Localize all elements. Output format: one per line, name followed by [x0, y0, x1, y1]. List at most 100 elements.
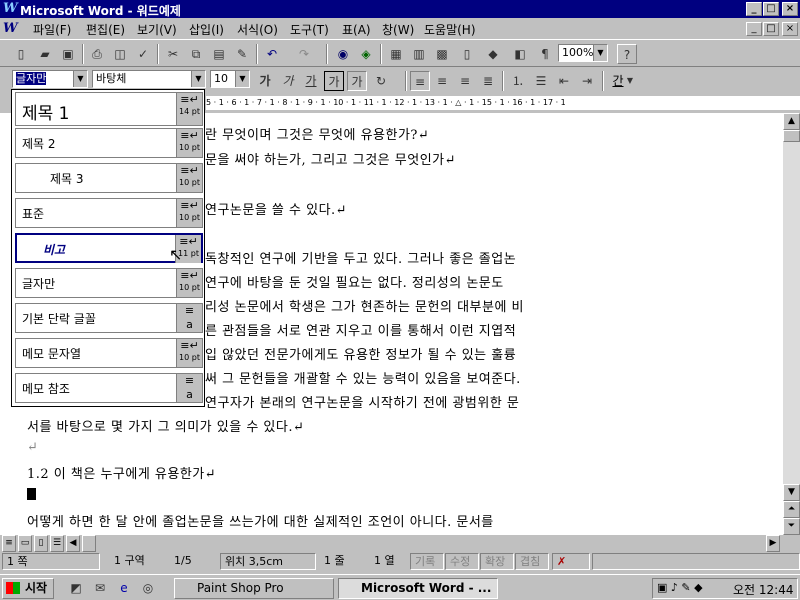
insert-excel-icon[interactable]: ▩	[432, 44, 452, 64]
menu-tools[interactable]: 도구(T)	[290, 21, 329, 38]
scroll-thumb-h[interactable]	[82, 535, 96, 552]
underline-button[interactable]: 가	[301, 71, 321, 91]
online-view-icon[interactable]: ▭	[18, 535, 32, 552]
tables-borders-icon[interactable]: ▦	[386, 44, 406, 64]
bullets-icon[interactable]: ☰	[531, 71, 551, 91]
document-map-icon[interactable]: ◧	[510, 44, 530, 64]
spelling-status-icon[interactable]: ✗	[552, 553, 590, 570]
font-select[interactable]: 바탕체 ▼	[92, 70, 206, 88]
clock[interactable]: 오전 12:44	[733, 581, 793, 598]
font-size-select[interactable]: 10 ▼	[210, 70, 250, 88]
spelling-icon[interactable]: ✓	[133, 44, 153, 64]
minimize-button[interactable]: _	[746, 2, 762, 16]
italic-button[interactable]: 가	[278, 71, 298, 91]
decrease-indent-icon[interactable]: ⇤	[554, 71, 574, 91]
channels-icon[interactable]: ◎	[138, 578, 158, 598]
desktop-icon[interactable]: ◩	[66, 578, 86, 598]
align-justify-icon[interactable]: ≡	[410, 71, 430, 91]
insert-table-icon[interactable]: ▥	[409, 44, 429, 64]
menu-format[interactable]: 서식(O)	[237, 21, 278, 38]
next-page-icon[interactable]: ⏷	[783, 518, 800, 535]
open-folder-icon[interactable]: ▰	[35, 44, 55, 64]
normal-view-icon[interactable]: ≡	[2, 535, 16, 552]
style-item-note[interactable]: 비고 ≡↵ 11 pt ↖	[15, 233, 203, 264]
undo-icon[interactable]: ↶	[262, 44, 282, 64]
doc-restore-button[interactable]: □	[763, 22, 779, 36]
shadow-button[interactable]: 가	[347, 71, 367, 91]
horizontal-ruler[interactable]: 5 · 1 · 6 · 1 · 7 · 1 · 8 · 1 · 9 · 1 · …	[206, 93, 800, 113]
chevron-down-icon[interactable]: ▼	[624, 71, 636, 91]
scroll-left-icon[interactable]: ◀	[66, 535, 80, 552]
style-item-heading1[interactable]: 제목 1 ≡↵ 14 pt	[15, 92, 203, 126]
status-overtype[interactable]: 겹침	[515, 553, 549, 570]
status-extend[interactable]: 확장	[480, 553, 514, 570]
chevron-down-icon[interactable]: ▼	[191, 71, 205, 87]
tray-icons[interactable]: ▣ ♪ ✎ ◆	[657, 581, 703, 594]
task-paint-shop-pro[interactable]: Paint Shop Pro	[174, 578, 334, 599]
paste-icon[interactable]: ▤	[209, 44, 229, 64]
task-microsoft-word[interactable]: Microsoft Word - ...	[338, 578, 498, 599]
style-item-normal[interactable]: 표준 ≡↵ 10 pt	[15, 198, 203, 228]
outlook-icon[interactable]: ✉	[90, 578, 110, 598]
numbering-icon[interactable]: ⒈	[508, 71, 528, 91]
distribute-icon[interactable]: ≣	[478, 71, 498, 91]
ie-icon[interactable]: e	[114, 578, 134, 598]
chevron-down-icon[interactable]: ▼	[593, 45, 607, 61]
menu-edit[interactable]: 편집(E)	[86, 21, 125, 38]
outline-view-icon[interactable]: ☰	[50, 535, 64, 552]
style-select[interactable]: 글자만 ▼	[12, 70, 88, 88]
chevron-down-icon[interactable]: ▼	[235, 71, 249, 87]
status-record[interactable]: 기록	[410, 553, 444, 570]
align-right-icon[interactable]: ≡	[455, 71, 475, 91]
align-center-icon[interactable]: ≡	[432, 71, 452, 91]
doc-close-button[interactable]: ×	[782, 22, 798, 36]
print-icon[interactable]: ⎙	[87, 44, 107, 64]
help-icon[interactable]: ?	[617, 44, 637, 64]
style-item-heading2[interactable]: 제목 2 ≡↵ 10 pt	[15, 128, 203, 158]
bold-button[interactable]: 가	[255, 71, 275, 91]
scroll-right-icon[interactable]: ▶	[766, 535, 780, 552]
menu-file[interactable]: 파일(F)	[33, 21, 71, 38]
zoom-select[interactable]: 100% ▼	[558, 44, 608, 62]
document-icon[interactable]: W	[3, 22, 18, 36]
style-dropdown-list: 제목 1 ≡↵ 14 pt 제목 2 ≡↵ 10 pt 제목 3 ≡↵ 10 pt 표…	[11, 89, 205, 407]
menu-view[interactable]: 보기(V)	[137, 21, 177, 38]
cut-icon[interactable]: ✂	[163, 44, 183, 64]
text-direction-icon[interactable]: ↻	[371, 71, 391, 91]
maximize-button[interactable]: □	[763, 2, 779, 16]
scroll-thumb[interactable]	[783, 130, 800, 142]
web-toolbar-icon[interactable]: ◈	[356, 44, 376, 64]
redo-icon[interactable]: ↷	[294, 44, 314, 64]
show-hide-icon[interactable]: ¶	[535, 44, 555, 64]
word-app-icon[interactable]: W	[3, 2, 18, 16]
style-item-default-font[interactable]: 기본 단락 글꼴 ≡ a	[15, 303, 203, 333]
print-preview-icon[interactable]: ◫	[110, 44, 130, 64]
columns-icon[interactable]: ▯	[457, 44, 477, 64]
hyperlink-icon[interactable]: ◉	[333, 44, 353, 64]
status-track[interactable]: 수정	[445, 553, 479, 570]
format-painter-icon[interactable]: ✎	[232, 44, 252, 64]
style-item-comment-text[interactable]: 메모 문자열 ≡↵ 10 pt	[15, 338, 203, 368]
close-button[interactable]: ×	[782, 2, 798, 16]
vertical-scrollbar[interactable]: ▲ ▼ ⏶ ⏷	[783, 113, 800, 535]
chevron-down-icon[interactable]: ▼	[73, 71, 87, 87]
menu-table[interactable]: 표(A)	[342, 21, 371, 38]
save-icon[interactable]: ▣	[58, 44, 78, 64]
page-view-icon[interactable]: ▯	[34, 535, 48, 552]
style-item-comment-reference[interactable]: 메모 참조 ≡ a	[15, 373, 203, 403]
scroll-up-icon[interactable]: ▲	[783, 113, 800, 130]
menu-help[interactable]: 도움말(H)	[424, 21, 476, 38]
copy-icon[interactable]: ⧉	[186, 44, 206, 64]
outline-button[interactable]: 가	[324, 71, 344, 91]
increase-indent-icon[interactable]: ⇥	[577, 71, 597, 91]
drawing-icon[interactable]: ◆	[483, 44, 503, 64]
style-item-heading3[interactable]: 제목 3 ≡↵ 10 pt	[15, 163, 203, 193]
menu-insert[interactable]: 삽입(I)	[189, 21, 224, 38]
new-document-icon[interactable]: ▯	[11, 44, 31, 64]
previous-page-icon[interactable]: ⏶	[783, 501, 800, 518]
menu-window[interactable]: 창(W)	[382, 21, 414, 38]
doc-minimize-button[interactable]: _	[746, 22, 762, 36]
scroll-down-icon[interactable]: ▼	[783, 484, 800, 501]
style-item-plain-text[interactable]: 글자만 ≡↵ 10 pt	[15, 268, 203, 298]
horizontal-scrollbar[interactable]: ≡ ▭ ▯ ☰ ◀ ▶	[0, 535, 800, 552]
